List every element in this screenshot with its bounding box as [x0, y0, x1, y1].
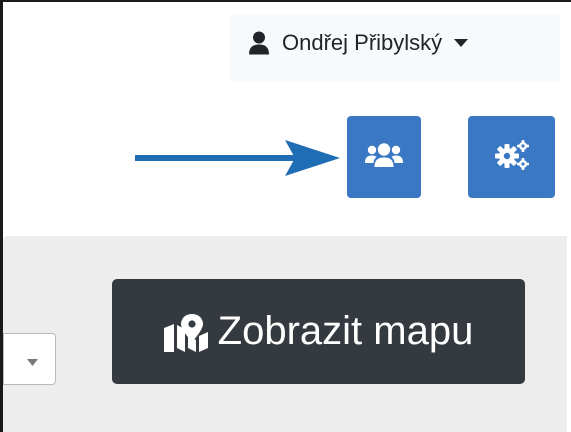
- frame-border-top: [0, 0, 571, 2]
- caret-down-icon: [27, 354, 38, 372]
- filter-select[interactable]: [3, 333, 56, 385]
- user-menu-toggle[interactable]: Ondřej Přibylský: [248, 30, 469, 56]
- show-map-label: Zobrazit mapu: [217, 309, 474, 353]
- users-icon: [364, 142, 404, 173]
- map-marked-icon: [163, 312, 208, 352]
- arrow-right-icon: [135, 138, 340, 183]
- user-icon: [248, 31, 270, 55]
- user-name: Ondřej Přibylský: [282, 30, 443, 55]
- users-button[interactable]: [347, 116, 421, 198]
- user-menu: Ondřej Přibylský: [230, 14, 560, 82]
- settings-button[interactable]: [468, 116, 555, 198]
- caret-down-icon: [454, 38, 469, 48]
- page: Ondřej Přibylský Zobrazit mapu: [0, 0, 571, 432]
- cogs-icon: [494, 139, 530, 176]
- show-map-button[interactable]: Zobrazit mapu: [112, 279, 525, 384]
